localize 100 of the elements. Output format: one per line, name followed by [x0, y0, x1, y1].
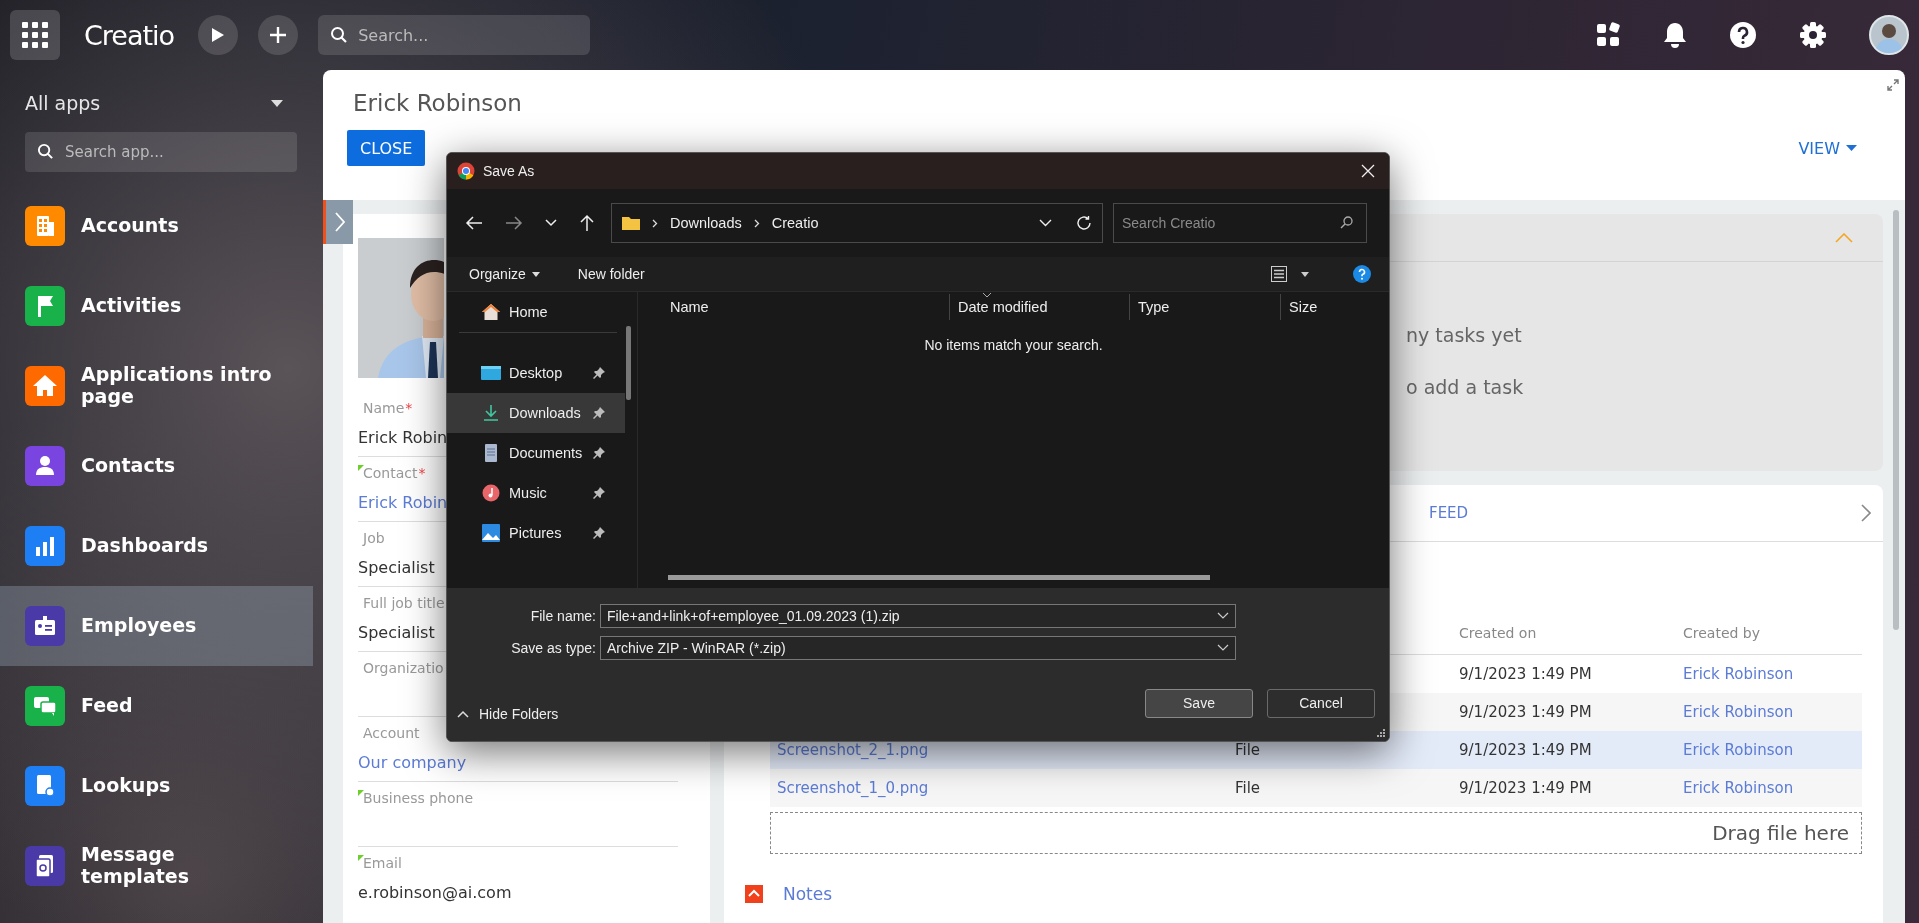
collapse-icon[interactable]: [745, 885, 763, 903]
record-title: Erick Robinson: [353, 90, 523, 116]
file-type-dropdown[interactable]: Archive ZIP - WinRAR (*.zip): [600, 635, 1236, 660]
user-link[interactable]: Erick Robinson: [1683, 779, 1794, 797]
refresh-icon[interactable]: [1076, 215, 1092, 231]
pin-icon[interactable]: [593, 407, 605, 419]
settings-icon[interactable]: [1799, 21, 1827, 49]
add-button[interactable]: [258, 15, 299, 55]
new-folder-button[interactable]: New folder: [573, 262, 649, 286]
lookup-icon: [25, 766, 65, 806]
scrollbar[interactable]: [668, 575, 1210, 580]
column-header[interactable]: Created on: [1452, 625, 1676, 641]
file-link[interactable]: Screenshot_1_0.png: [777, 779, 929, 797]
close-button[interactable]: CLOSE: [347, 130, 426, 166]
bars-icon: [25, 526, 65, 566]
pin-icon[interactable]: [593, 447, 605, 459]
caret-icon: [531, 271, 540, 277]
pin-icon[interactable]: [593, 487, 605, 499]
help-icon[interactable]: [1729, 21, 1757, 49]
field-label: Organizatio: [363, 660, 444, 676]
sidebar-item[interactable]: Contacts: [0, 426, 313, 506]
column-header[interactable]: Type: [1130, 294, 1281, 320]
field-link[interactable]: Erick Robin: [358, 492, 448, 512]
folder-icon: [622, 216, 640, 230]
nav-item[interactable]: Home: [447, 292, 625, 332]
dialog-button[interactable]: Cancel: [1267, 688, 1375, 718]
user-avatar[interactable]: [1869, 15, 1909, 55]
nav-item[interactable]: Desktop: [447, 353, 625, 393]
plus-icon: [269, 26, 288, 44]
scrollbar[interactable]: [1893, 210, 1899, 630]
panel-toggle-button[interactable]: [323, 200, 353, 244]
user-link[interactable]: Erick Robinson: [1683, 665, 1794, 683]
breadcrumb[interactable]: Downloads: [670, 215, 742, 231]
sidebar-item[interactable]: Feed: [0, 666, 313, 746]
table-row[interactable]: Screenshot_1_0.png File 9/1/2023 1:49 PM Erick Robinson: [770, 769, 1862, 807]
column-header[interactable]: Size: [1281, 294, 1318, 320]
field-link[interactable]: Our company: [358, 752, 467, 772]
chevron-down-icon[interactable]: [545, 219, 557, 227]
chevron-down-icon: [1217, 612, 1229, 619]
column-header[interactable]: Created by: [1676, 625, 1862, 641]
apps-menu-button[interactable]: [10, 10, 60, 60]
widgets-icon[interactable]: [1595, 22, 1621, 48]
field-value: e.robinson@ai.com: [358, 882, 512, 902]
tab[interactable]: FEED: [1429, 485, 1469, 541]
sidebar-item[interactable]: Applications intro page: [0, 346, 313, 426]
nav-item[interactable]: Music: [447, 473, 625, 513]
view-button[interactable]: VIEW: [1798, 138, 1857, 158]
organize-menu[interactable]: Organize: [465, 262, 544, 286]
close-icon[interactable]: [1361, 164, 1375, 178]
house-icon: [25, 366, 65, 406]
nav-item[interactable]: Downloads: [447, 393, 625, 433]
search-icon: [37, 143, 54, 160]
forward-arrow-icon[interactable]: [505, 215, 523, 231]
file-drop-zone[interactable]: Drag file here: [770, 812, 1862, 854]
scrollbar[interactable]: [626, 326, 631, 400]
column-header[interactable]: Date modified: [950, 294, 1130, 320]
chevron-right-icon[interactable]: [1861, 504, 1871, 522]
user-link[interactable]: Erick Robinson: [1683, 703, 1794, 721]
sidebar-item[interactable]: Lookups: [0, 746, 313, 826]
sidebar-item[interactable]: Message templates: [0, 826, 313, 906]
field-label: Account: [363, 725, 420, 741]
file-name-field[interactable]: File+and+link+of+employee_01.09.2023 (1).zip: [600, 603, 1236, 628]
sidebar-item[interactable]: Accounts: [0, 186, 313, 266]
caret-icon[interactable]: [1301, 271, 1309, 277]
back-arrow-icon[interactable]: [465, 215, 483, 231]
dialog-button[interactable]: Save: [1145, 688, 1253, 718]
up-arrow-icon[interactable]: [579, 214, 595, 232]
table-cell: File: [1235, 779, 1261, 797]
hide-folders-button[interactable]: Hide Folders: [457, 706, 559, 722]
play-button[interactable]: [198, 15, 239, 55]
sidebar-item[interactable]: Dashboards: [0, 506, 313, 586]
resize-grip-icon[interactable]: [1377, 729, 1386, 738]
desktop-icon: [481, 364, 501, 382]
column-header[interactable]: Name: [638, 294, 950, 320]
table-cell: 9/1/2023 1:49 PM: [1459, 665, 1592, 683]
pin-icon[interactable]: [593, 527, 605, 539]
view-list-icon[interactable]: [1271, 266, 1287, 282]
address-bar[interactable]: Downloads Creatio: [611, 203, 1103, 243]
field-value: Specialist: [358, 622, 435, 642]
sidebar-item[interactable]: Employees: [0, 586, 313, 666]
notification-bell-icon[interactable]: [1663, 21, 1687, 49]
notes-section-title[interactable]: Notes: [783, 884, 833, 904]
grid-icon: [22, 22, 48, 48]
field-label: Job: [363, 530, 385, 546]
chevron-down-icon[interactable]: [1039, 219, 1052, 227]
expand-icon[interactable]: [1887, 79, 1899, 91]
nav-item[interactable]: Documents: [447, 433, 625, 473]
caret-icon[interactable]: [271, 99, 283, 107]
field-label: Contact: [363, 465, 418, 481]
help-icon[interactable]: [1353, 265, 1371, 283]
sidebar-item[interactable]: Activities: [0, 266, 313, 346]
picture-icon: [481, 524, 501, 542]
browser-icon: [457, 162, 475, 180]
flag-icon: [25, 286, 65, 326]
dialog-title: Save As: [483, 163, 535, 179]
nav-item[interactable]: Pictures: [447, 513, 625, 553]
pin-icon[interactable]: [593, 367, 605, 379]
breadcrumb[interactable]: Creatio: [771, 215, 819, 231]
folder-search-field[interactable]: Search Creatio: [1113, 203, 1367, 243]
chevron-right-icon: [333, 211, 346, 233]
